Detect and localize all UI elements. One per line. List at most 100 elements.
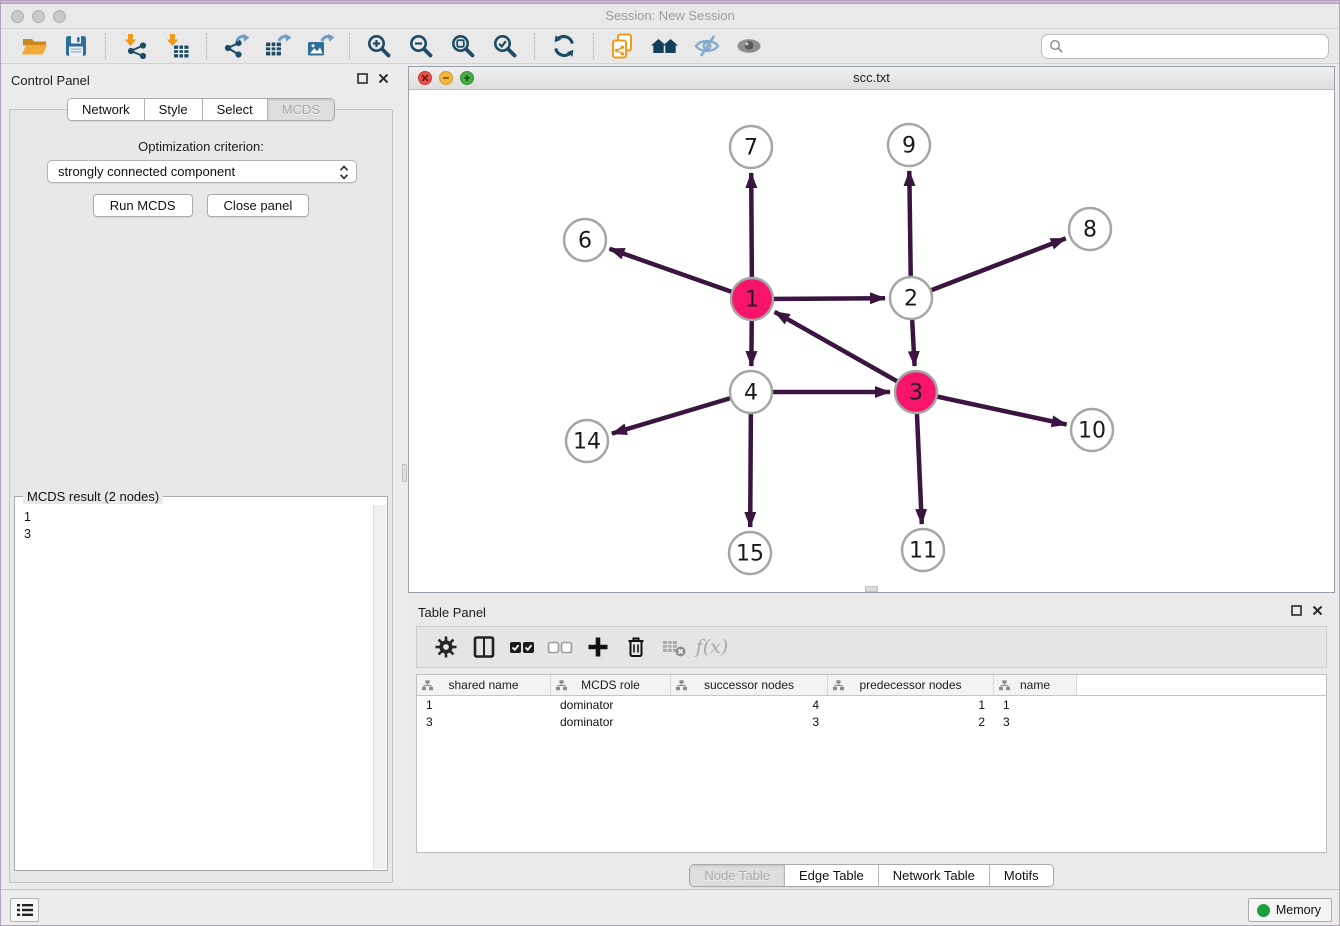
mcds-result-line: 3 (24, 526, 365, 543)
column-tree-icon (999, 680, 1010, 694)
column-split-icon[interactable] (467, 630, 501, 664)
svg-text:7: 7 (744, 136, 758, 161)
export-network-icon[interactable] (221, 31, 251, 61)
network-graph[interactable]: 1 2 3 4 6 7 8 9 10 11 14 15 (409, 90, 1334, 592)
graph-node-3[interactable]: 3 (895, 371, 937, 413)
checked-boxes-icon[interactable] (505, 630, 539, 664)
column-header-label: name (1020, 678, 1050, 692)
home-icon[interactable] (650, 31, 680, 61)
table-header-row: shared nameMCDS role successor nodes prede… (417, 675, 1326, 696)
graph-node-7[interactable]: 7 (730, 126, 772, 168)
graph-node-4[interactable]: 4 (730, 371, 772, 413)
open-file-icon[interactable] (19, 31, 49, 61)
graph-node-15[interactable]: 15 (729, 532, 771, 574)
zoom-out-icon[interactable] (406, 31, 436, 61)
control-panel-tabs: NetworkStyleSelectMCDS (67, 98, 335, 121)
network-canvas[interactable]: 1 2 3 4 6 7 8 9 10 11 14 15 (409, 90, 1334, 592)
table-row[interactable]: 1dominator411 (417, 696, 1326, 713)
close-panel-icon[interactable] (378, 73, 389, 84)
graph-edge-2-8[interactable] (911, 238, 1066, 298)
table-row[interactable]: 3dominator323 (417, 713, 1326, 730)
save-session-icon[interactable] (61, 31, 91, 61)
unchecked-boxes-icon[interactable] (543, 630, 577, 664)
import-table-icon[interactable] (162, 31, 192, 61)
toolbar-separator (105, 33, 106, 59)
table-tab-network-table[interactable]: Network Table (878, 865, 989, 886)
optimization-criterion-dropdown[interactable]: strongly connected component (47, 160, 357, 183)
column-header-successor-nodes[interactable]: successor nodes (671, 675, 828, 695)
export-image-icon[interactable] (305, 31, 335, 61)
column-header-shared-name[interactable]: shared name (417, 675, 551, 695)
graph-node-10[interactable]: 10 (1071, 409, 1113, 451)
refresh-layout-icon[interactable] (549, 31, 579, 61)
search-input[interactable] (1064, 39, 1328, 54)
duplicate-network-icon[interactable] (608, 31, 638, 61)
graph-node-6[interactable]: 6 (564, 219, 606, 261)
splitter-grip[interactable] (402, 464, 407, 482)
table-tab-edge-table[interactable]: Edge Table (784, 865, 878, 886)
trash-icon[interactable] (619, 630, 653, 664)
panel-splitter[interactable] (401, 64, 408, 889)
plus-icon[interactable] (581, 630, 615, 664)
tab-select[interactable]: Select (202, 99, 267, 120)
network-window-title: scc.txt (409, 70, 1334, 85)
search-icon (1049, 39, 1064, 54)
list-icon (17, 903, 33, 917)
graph-node-11[interactable]: 11 (902, 529, 944, 571)
hide-selected-icon[interactable] (692, 31, 722, 61)
main-toolbar (1, 29, 1339, 64)
graph-node-9[interactable]: 9 (888, 124, 930, 166)
float-table-panel-icon[interactable] (1291, 605, 1302, 616)
show-all-icon[interactable] (734, 31, 764, 61)
import-network-icon[interactable] (120, 31, 150, 61)
tab-network[interactable]: Network (68, 99, 144, 120)
column-header-predecessor-nodes[interactable]: predecessor nodes (828, 675, 994, 695)
graph-edge-3-10[interactable] (916, 392, 1067, 425)
svg-text:2: 2 (904, 287, 918, 312)
graph-edge-3-1[interactable] (775, 312, 916, 392)
table-cell: 1 (994, 696, 1077, 713)
svg-text:15: 15 (736, 542, 764, 567)
tab-style[interactable]: Style (144, 99, 202, 120)
run-mcds-button[interactable]: Run MCDS (93, 194, 193, 217)
svg-text:6: 6 (578, 229, 592, 254)
task-history-button[interactable] (10, 898, 39, 922)
application-window: Session: New Session (0, 0, 1340, 926)
mcds-result-line: 1 (24, 509, 365, 526)
column-header-mcds-role[interactable]: MCDS role (551, 675, 671, 695)
zoom-in-icon[interactable] (364, 31, 394, 61)
zoom-fit-icon[interactable] (448, 31, 478, 61)
delete-table-icon[interactable] (657, 630, 691, 664)
mcds-result-scrollbar[interactable] (373, 505, 386, 869)
search-field[interactable] (1041, 34, 1329, 59)
status-bar: Memory (1, 889, 1339, 926)
function-icon[interactable]: f(x) (695, 630, 729, 664)
table-tab-node-table[interactable]: Node Table (690, 865, 784, 886)
table-toolbar: f(x) (416, 626, 1327, 668)
export-table-icon[interactable] (263, 31, 293, 61)
column-header-label: successor nodes (704, 678, 794, 692)
svg-text:8: 8 (1083, 218, 1097, 243)
graph-node-1[interactable]: 1 (731, 278, 773, 320)
gear-icon[interactable] (429, 630, 463, 664)
graph-edge-1-6[interactable] (610, 249, 753, 299)
column-tree-icon (833, 680, 844, 694)
svg-text:3: 3 (909, 381, 923, 406)
graph-node-8[interactable]: 8 (1069, 208, 1111, 250)
memory-button[interactable]: Memory (1248, 898, 1332, 922)
graph-node-14[interactable]: 14 (566, 420, 608, 462)
table-tab-motifs[interactable]: Motifs (989, 865, 1053, 886)
network-window-titlebar[interactable]: scc.txt (409, 67, 1334, 90)
float-panel-icon[interactable] (357, 73, 368, 84)
close-panel-button[interactable]: Close panel (207, 194, 310, 217)
graph-node-2[interactable]: 2 (890, 277, 932, 319)
column-header-name[interactable]: name (994, 675, 1077, 695)
mcds-result-list[interactable]: 13 (16, 505, 373, 869)
control-panel-header: Control Panel (1, 64, 401, 94)
close-table-panel-icon[interactable] (1312, 605, 1323, 616)
table-cell: 3 (994, 713, 1077, 730)
canvas-scrollbar-thumb[interactable] (865, 586, 878, 592)
zoom-selected-icon[interactable] (490, 31, 520, 61)
tab-mcds[interactable]: MCDS (267, 99, 334, 120)
control-panel: Control Panel NetworkStyleSelectMCDS Opt… (1, 64, 401, 889)
